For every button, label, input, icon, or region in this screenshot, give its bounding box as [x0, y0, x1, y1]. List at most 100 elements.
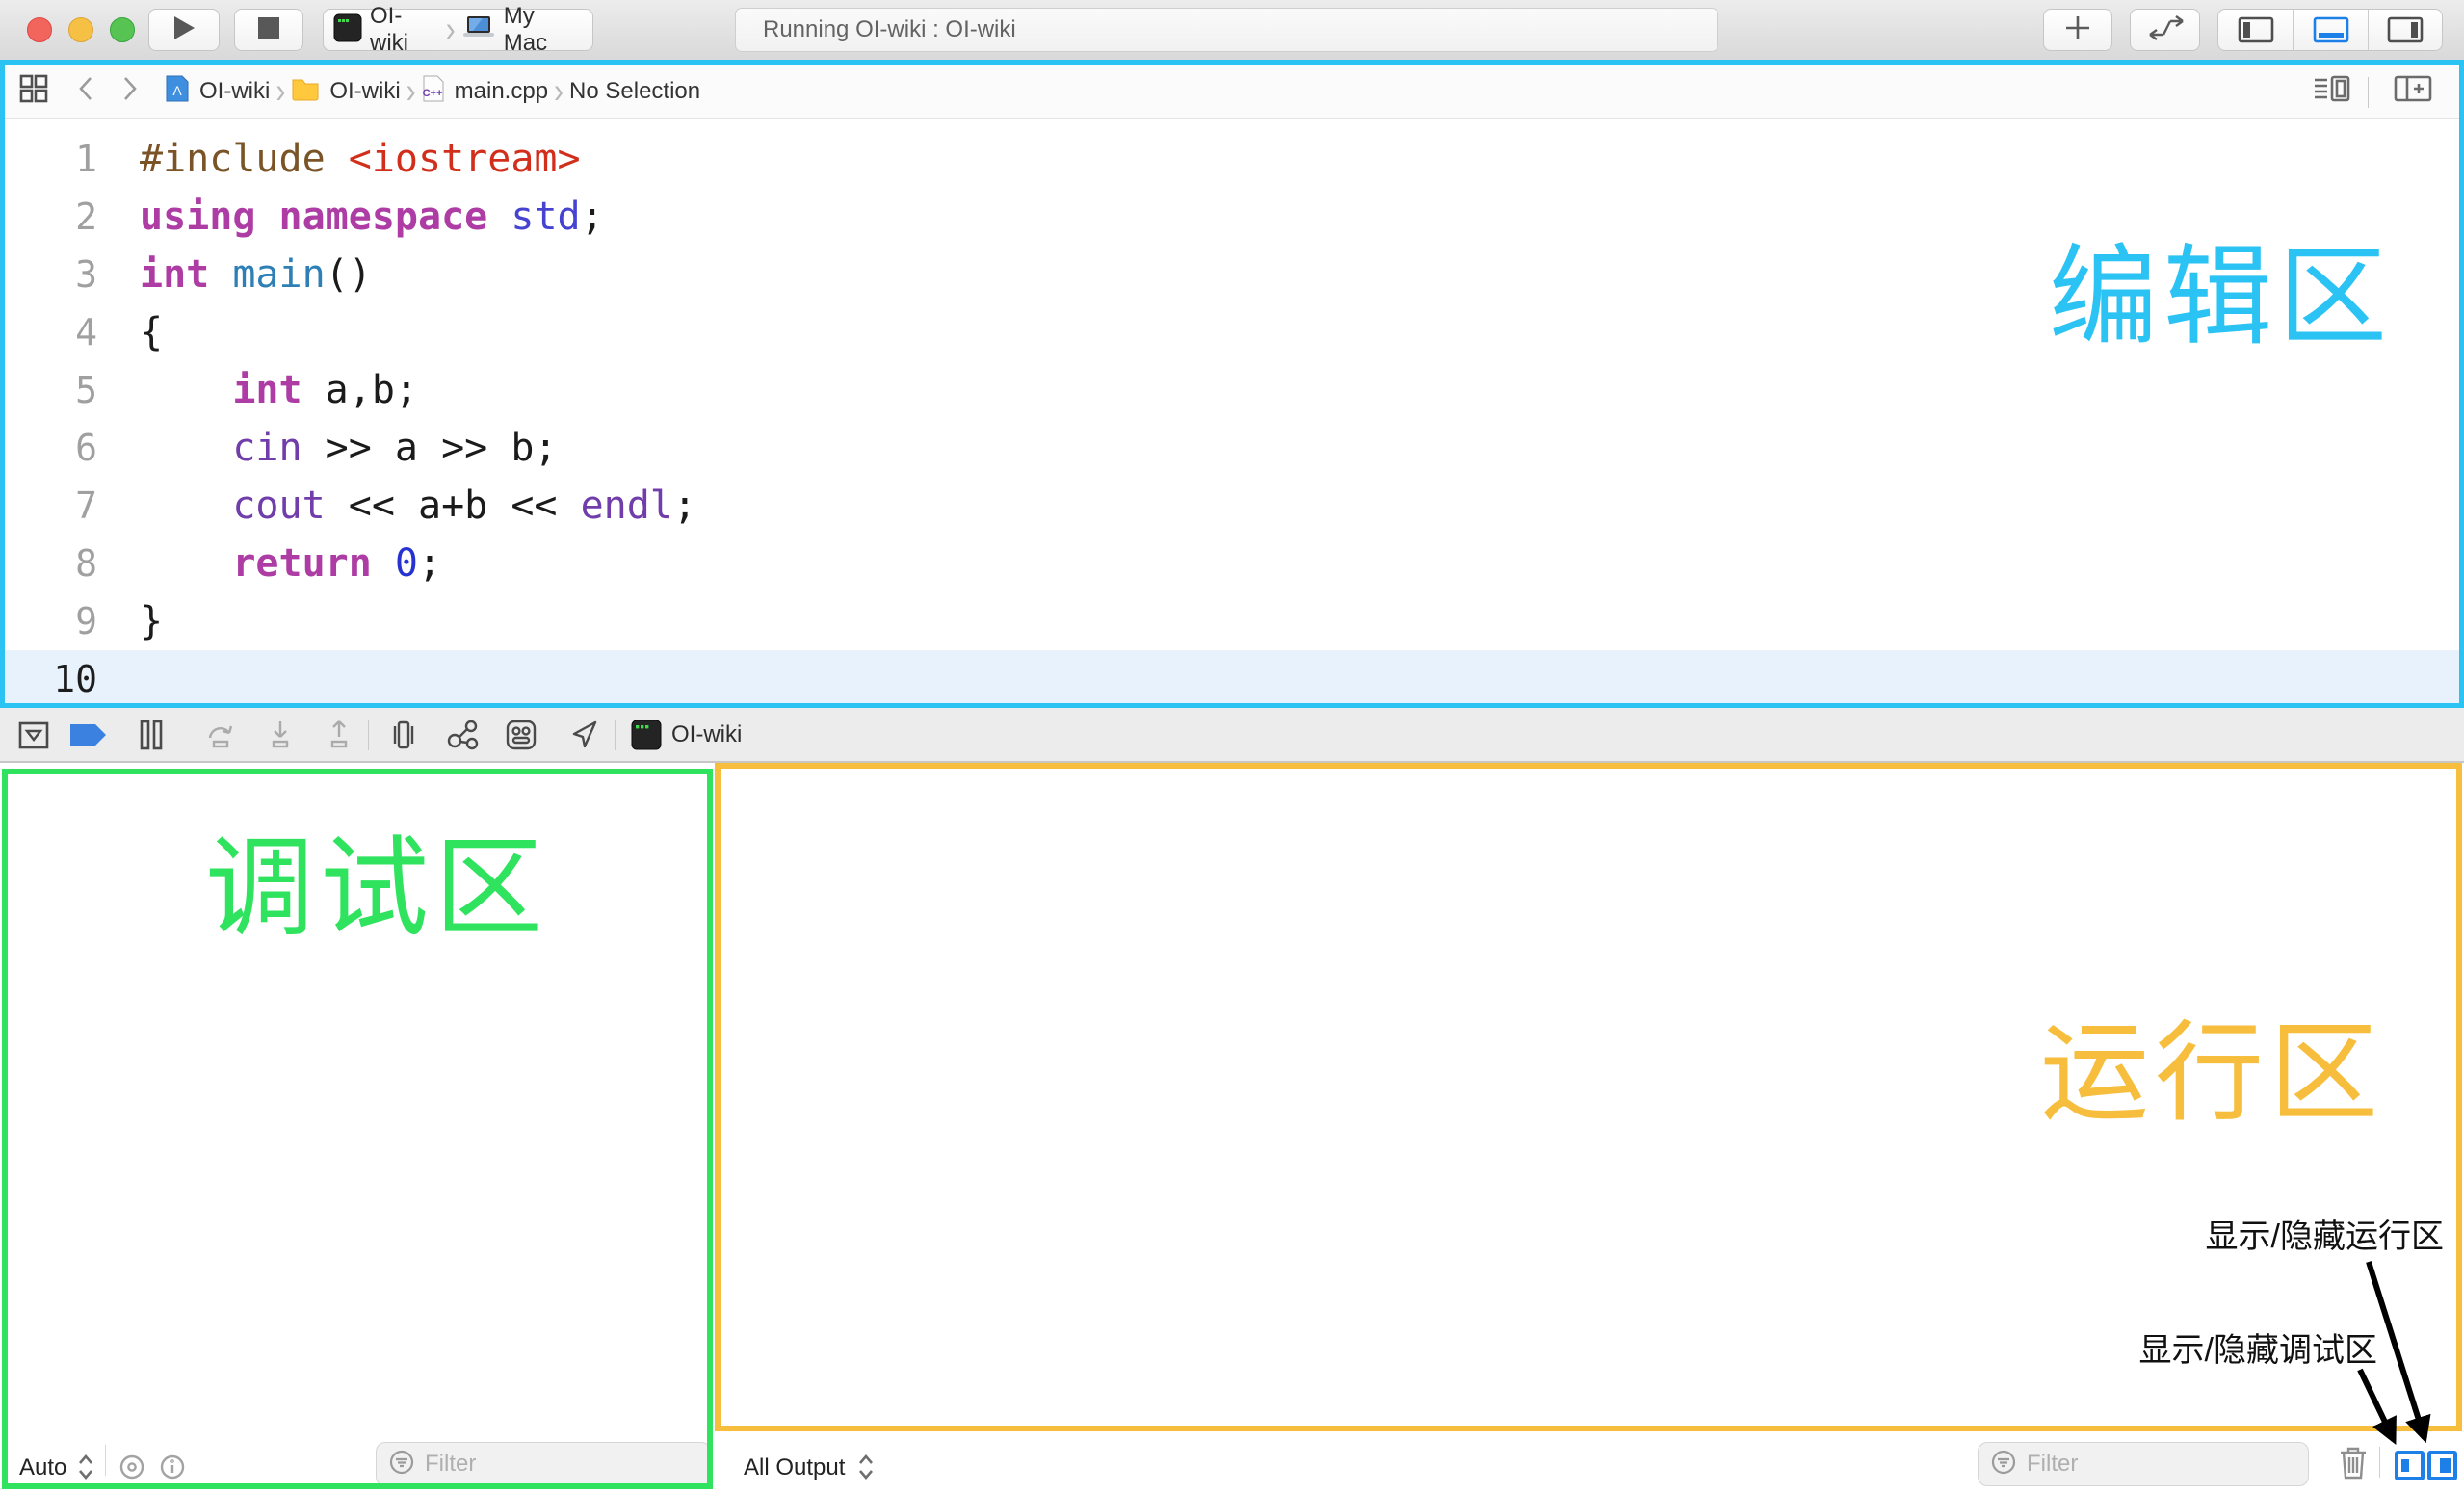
- step-into-button[interactable]: [268, 708, 293, 761]
- activity-status-text: Running OI-wiki : OI-wiki: [763, 16, 1016, 43]
- jump-bar: A OI-wiki › OI-wiki › C++ main.cpp › No …: [5, 65, 2459, 119]
- breadcrumb-group[interactable]: OI-wiki: [329, 78, 400, 105]
- console-filter-field[interactable]: [1978, 1442, 2309, 1486]
- variables-filter-input[interactable]: [425, 1451, 650, 1478]
- run-area-label: 运行区: [2040, 1019, 2384, 1128]
- scheme-destination: My Mac: [504, 3, 575, 57]
- laptop-icon: [461, 14, 496, 46]
- variables-scope-selector[interactable]: Auto: [19, 1454, 66, 1481]
- debug-area-label: 调试区: [205, 834, 549, 943]
- minimize-window-button[interactable]: [68, 17, 93, 42]
- code-editor[interactable]: 1#include <iostream>2using namespace std…: [5, 120, 2459, 703]
- code-text: #include <iostream>: [140, 130, 581, 188]
- swap-arrows-icon: [2144, 13, 2187, 47]
- svg-text:A: A: [172, 83, 182, 98]
- console-scope-selector[interactable]: All Output: [744, 1454, 845, 1481]
- plus-icon: [2063, 13, 2092, 47]
- jump-bar-divider: [2368, 77, 2369, 108]
- toggle-variables-view-button[interactable]: [2395, 1451, 2425, 1480]
- line-number: 2: [5, 188, 140, 246]
- toggle-console-view-button[interactable]: [2427, 1451, 2457, 1480]
- code-text: cin >> a >> b;: [140, 419, 557, 477]
- code-line-8[interactable]: 8 return 0;: [5, 535, 2459, 592]
- code-text: cout << a+b << endl;: [140, 477, 696, 535]
- breadcrumb-separator: ›: [554, 71, 564, 113]
- svg-text:C++: C++: [422, 88, 442, 99]
- line-number: 10: [5, 650, 140, 703]
- cpp-file-icon: C++: [422, 74, 445, 110]
- line-number: 4: [5, 303, 140, 361]
- related-items-icon[interactable]: [18, 73, 49, 111]
- toggle-inspector-panel-button[interactable]: [2368, 10, 2442, 50]
- run-button[interactable]: [148, 9, 220, 51]
- scheme-target: OI-wiki: [370, 3, 433, 57]
- toggle-navigator-panel-button[interactable]: [2218, 10, 2293, 50]
- debug-bar-divider: [368, 720, 369, 750]
- step-out-button[interactable]: [327, 708, 352, 761]
- process-name-label[interactable]: OI-wiki: [671, 708, 742, 761]
- editor-area: A OI-wiki › OI-wiki › C++ main.cpp › No …: [0, 60, 2464, 708]
- pause-execution-button[interactable]: [138, 708, 165, 761]
- process-terminal-icon: [631, 708, 662, 761]
- variables-filter-field[interactable]: [376, 1442, 711, 1486]
- titlebar: OI-wiki › My Mac Running OI-wiki : OI-wi…: [0, 0, 2464, 60]
- scheme-selector[interactable]: OI-wiki › My Mac: [323, 9, 593, 51]
- debug-bar-divider: [615, 720, 616, 750]
- code-line-6[interactable]: 6 cin >> a >> b;: [5, 419, 2459, 477]
- line-number: 6: [5, 419, 140, 477]
- info-icon[interactable]: [158, 1453, 187, 1486]
- scheme-separator: ›: [446, 10, 456, 51]
- app-project-icon: A: [165, 74, 190, 110]
- environment-overrides-button[interactable]: [504, 708, 538, 761]
- step-over-button[interactable]: [204, 708, 237, 761]
- code-line-5[interactable]: 5 int a,b;: [5, 361, 2459, 419]
- line-number: 5: [5, 361, 140, 419]
- code-text: int main(): [140, 246, 372, 303]
- editor-mode-button[interactable]: [2130, 9, 2200, 51]
- editor-area-label: 编辑区: [2049, 243, 2393, 352]
- code-line-7[interactable]: 7 cout << a+b << endl;: [5, 477, 2459, 535]
- xcode-window: OI-wiki › My Mac Running OI-wiki : OI-wi…: [0, 0, 2464, 1493]
- code-text: }: [140, 592, 163, 650]
- panel-toggle-group: [2217, 9, 2443, 51]
- hide-debug-area-button[interactable]: [17, 708, 50, 761]
- add-editor-icon[interactable]: [2394, 73, 2432, 111]
- filter-icon: [388, 1449, 415, 1480]
- debug-bar-bottom-divider: [105, 1445, 106, 1476]
- annotation-arrows: [2312, 1247, 2464, 1454]
- breakpoints-toggle-button[interactable]: [68, 708, 109, 761]
- stop-icon: [258, 17, 279, 43]
- code-line-10[interactable]: 10: [5, 650, 2459, 703]
- code-line-1[interactable]: 1#include <iostream>: [5, 130, 2459, 188]
- console-filter-input[interactable]: [2027, 1451, 2249, 1478]
- line-number: 9: [5, 592, 140, 650]
- filter-icon: [1990, 1449, 2017, 1480]
- breadcrumb-file[interactable]: main.cpp: [455, 78, 548, 105]
- breadcrumb-selection[interactable]: No Selection: [569, 78, 700, 105]
- view-ui-hierarchy-button[interactable]: [388, 708, 419, 761]
- stop-button[interactable]: [234, 9, 303, 51]
- simulate-location-button[interactable]: [570, 708, 599, 761]
- terminal-icon: [333, 13, 362, 47]
- quicklook-eye-icon[interactable]: [118, 1453, 146, 1486]
- breadcrumb-separator: ›: [275, 71, 285, 113]
- code-lines: 1#include <iostream>2using namespace std…: [5, 130, 2459, 703]
- back-chevron-icon[interactable]: [76, 74, 95, 110]
- code-text: return 0;: [140, 535, 441, 592]
- chevron-updown-icon[interactable]: [75, 1453, 96, 1486]
- memory-graph-button[interactable]: [445, 708, 480, 761]
- line-number: 7: [5, 477, 140, 535]
- code-text: using namespace std;: [140, 188, 604, 246]
- chevron-updown-icon[interactable]: [855, 1453, 877, 1486]
- adjust-editor-icon[interactable]: [2313, 73, 2351, 111]
- forward-chevron-icon[interactable]: [120, 74, 140, 110]
- zoom-window-button[interactable]: [110, 17, 135, 42]
- toggle-debug-panel-button[interactable]: [2293, 10, 2367, 50]
- close-window-button[interactable]: [27, 17, 52, 42]
- add-library-button[interactable]: [2043, 9, 2112, 51]
- code-line-9[interactable]: 9}: [5, 592, 2459, 650]
- line-number: 3: [5, 246, 140, 303]
- breadcrumb-project[interactable]: OI-wiki: [199, 78, 270, 105]
- breadcrumb-separator: ›: [406, 71, 416, 113]
- code-text: {: [140, 303, 163, 361]
